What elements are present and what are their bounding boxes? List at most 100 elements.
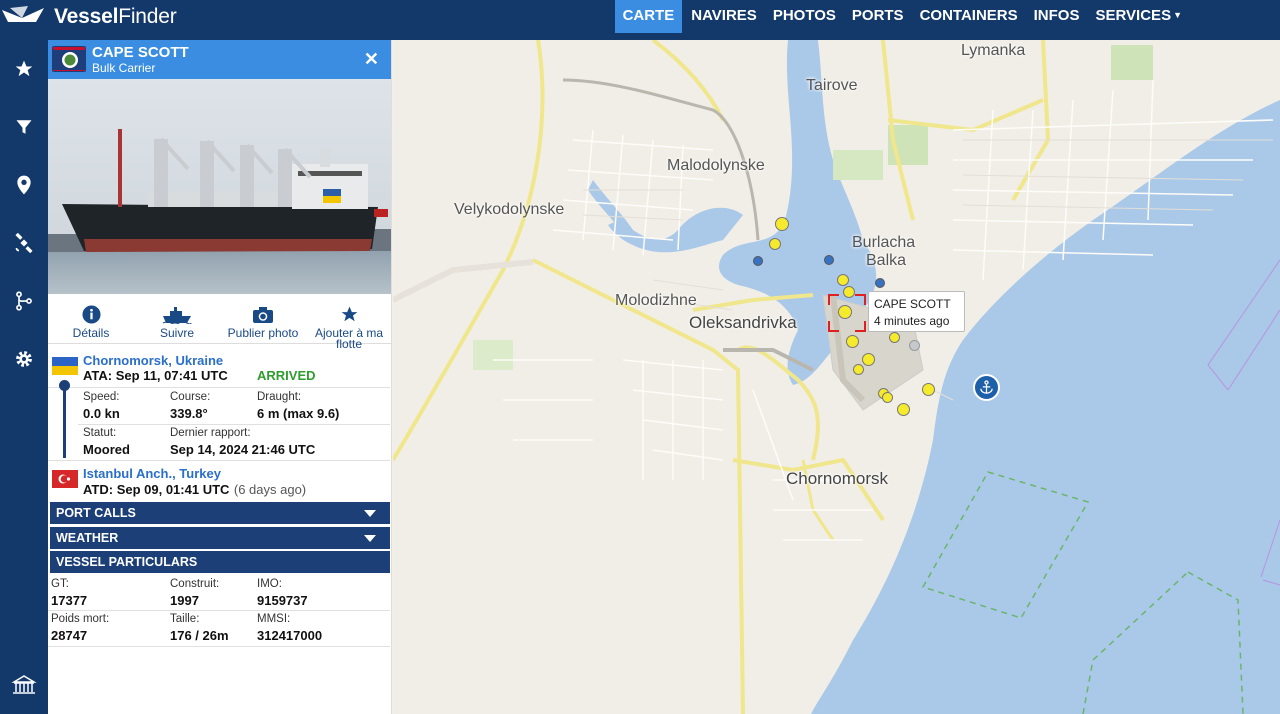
vessel-panel-header: CAPE SCOTT Bulk Carrier ✕ — [48, 40, 391, 79]
filter-icon[interactable] — [0, 107, 48, 147]
place-malodolynske: Malodolynske — [667, 157, 765, 174]
vessel-actions: Détails Suivre Publier photo Ajouter à m… — [48, 296, 391, 350]
divider — [48, 646, 390, 647]
nav-photos[interactable]: PHOTOS — [765, 0, 844, 33]
logo[interactable]: VesselFinder — [0, 0, 177, 34]
port-calls-section[interactable]: PORT CALLS — [50, 502, 390, 524]
nav-ports[interactable]: PORTS — [844, 0, 912, 33]
logo-ship-icon — [2, 6, 44, 22]
top-bar: VesselFinder CARTE NAVIRES PHOTOS PORTS … — [0, 0, 1280, 40]
imo-value: 9159737 — [257, 593, 308, 608]
flag-turkey-icon — [52, 470, 78, 488]
route-icon[interactable] — [0, 281, 48, 321]
vessel-marker[interactable] — [769, 238, 781, 250]
chevron-down-icon — [364, 510, 376, 517]
vessel-marker[interactable] — [753, 256, 763, 266]
mmsi-label: MMSI: — [257, 613, 291, 625]
nav-carte[interactable]: CARTE — [614, 0, 683, 33]
place-chornomorsk: Chornomorsk — [786, 469, 889, 488]
speed-value: 0.0 kn — [83, 406, 120, 421]
map-pin-icon[interactable] — [0, 165, 48, 205]
place-burlacha: Burlacha — [852, 234, 916, 251]
atd-ago: (6 days ago) — [233, 482, 307, 497]
vessel-marker[interactable] — [775, 217, 789, 231]
place-lymanka: Lymanka — [961, 42, 1026, 59]
flag-ukraine-icon — [52, 357, 78, 375]
map-base — [393, 40, 1280, 714]
star-icon — [341, 306, 357, 322]
speed-label: Speed: — [83, 391, 120, 403]
vessel-marker[interactable] — [889, 332, 900, 343]
close-panel-button[interactable]: ✕ — [364, 49, 379, 70]
nav-containers[interactable]: CONTAINERS — [912, 0, 1026, 33]
draught-label: Draught: — [257, 391, 302, 403]
divider — [48, 387, 390, 388]
vessel-marker[interactable] — [875, 278, 885, 288]
last-report-label: Dernier rapport: — [170, 427, 251, 439]
place-oleksandrivka: Oleksandrivka — [689, 313, 797, 332]
caret-down-icon: ▼ — [1173, 10, 1182, 20]
vessel-marker[interactable] — [846, 335, 859, 348]
course-label: Course: — [170, 391, 211, 403]
vessel-marker[interactable] — [862, 353, 875, 366]
draught-value: 6 m (max 9.6) — [257, 406, 340, 421]
details-button[interactable]: Détails — [48, 296, 134, 343]
flag-belize-icon — [52, 46, 86, 72]
selection-bracket — [828, 294, 866, 332]
built-value: 1997 — [170, 593, 199, 608]
vessel-particulars-title: VESSEL PARTICULARS — [56, 555, 198, 569]
vessel-marker[interactable] — [837, 274, 849, 286]
ata-time: ATA: Sep 11, 07:41 UTC — [83, 368, 228, 383]
satellite-icon[interactable] — [0, 223, 48, 263]
port-icon[interactable] — [0, 665, 48, 705]
vessel-tooltip[interactable]: CAPE SCOTT 4 minutes ago — [868, 291, 965, 332]
voyage-timeline — [63, 384, 66, 458]
camera-icon — [253, 307, 273, 323]
statut-label: Statut: — [83, 427, 117, 439]
gear-icon[interactable] — [0, 339, 48, 379]
weather-title: WEATHER — [56, 531, 119, 545]
place-velykodolynske: Velykodolynske — [454, 201, 565, 218]
built-label: Construit: — [170, 578, 220, 590]
nav-navires[interactable]: NAVIRES — [683, 0, 765, 33]
follow-label: Suivre — [159, 326, 194, 340]
origin-port-link[interactable]: Istanbul Anch., Turkey — [83, 466, 221, 481]
details-label: Détails — [72, 326, 110, 340]
map-canvas[interactable]: Lymanka Tairove Malodolynske Velykodolyn… — [393, 40, 1280, 714]
publish-photo-label: Publier photo — [227, 326, 299, 340]
vessel-marker[interactable] — [922, 383, 935, 396]
gt-label: GT: — [51, 578, 69, 590]
mmsi-value: 312417000 — [257, 628, 323, 643]
nav-infos[interactable]: INFOS — [1026, 0, 1088, 33]
add-to-fleet-button[interactable]: Ajouter à ma flotte — [306, 296, 391, 350]
divider — [48, 610, 390, 611]
dwt-value: 28747 — [51, 628, 88, 643]
anchor-icon[interactable] — [973, 374, 1000, 401]
divider — [48, 460, 390, 461]
place-balka: Balka — [866, 252, 907, 269]
vessel-marker[interactable] — [882, 392, 893, 403]
vessel-marker[interactable] — [909, 340, 920, 351]
tooltip-time: 4 minutes ago — [874, 314, 950, 328]
vessel-marker[interactable] — [897, 403, 910, 416]
vessel-marker[interactable] — [853, 364, 864, 375]
star-icon[interactable] — [0, 49, 48, 89]
weather-section[interactable]: WEATHER — [50, 527, 390, 549]
dwt-label: Poids mort: — [51, 613, 110, 625]
imo-label: IMO: — [257, 578, 282, 590]
place-molodizhne: Molodizhne — [615, 292, 697, 309]
last-report-value: Sep 14, 2024 21:46 UTC — [170, 442, 316, 457]
follow-button[interactable]: Suivre — [134, 296, 220, 343]
vessel-particulars-section[interactable]: VESSEL PARTICULARS — [50, 551, 390, 573]
vessel-photo[interactable] — [48, 79, 392, 294]
left-toolbar — [0, 40, 48, 714]
arrived-status: ARRIVED — [257, 368, 316, 383]
publish-photo-button[interactable]: Publier photo — [220, 296, 306, 343]
vessel-name: CAPE SCOTT — [92, 44, 189, 61]
atd-time: ATD: Sep 09, 01:41 UTC — [83, 482, 230, 497]
nav-services[interactable]: SERVICES ▼ — [1087, 0, 1190, 33]
size-label: Taille: — [170, 613, 200, 625]
vessel-panel: CAPE SCOTT Bulk Carrier ✕ Détails Suivre… — [48, 40, 392, 714]
destination-port-link[interactable]: Chornomorsk, Ukraine — [83, 353, 223, 368]
vessel-marker[interactable] — [824, 255, 834, 265]
